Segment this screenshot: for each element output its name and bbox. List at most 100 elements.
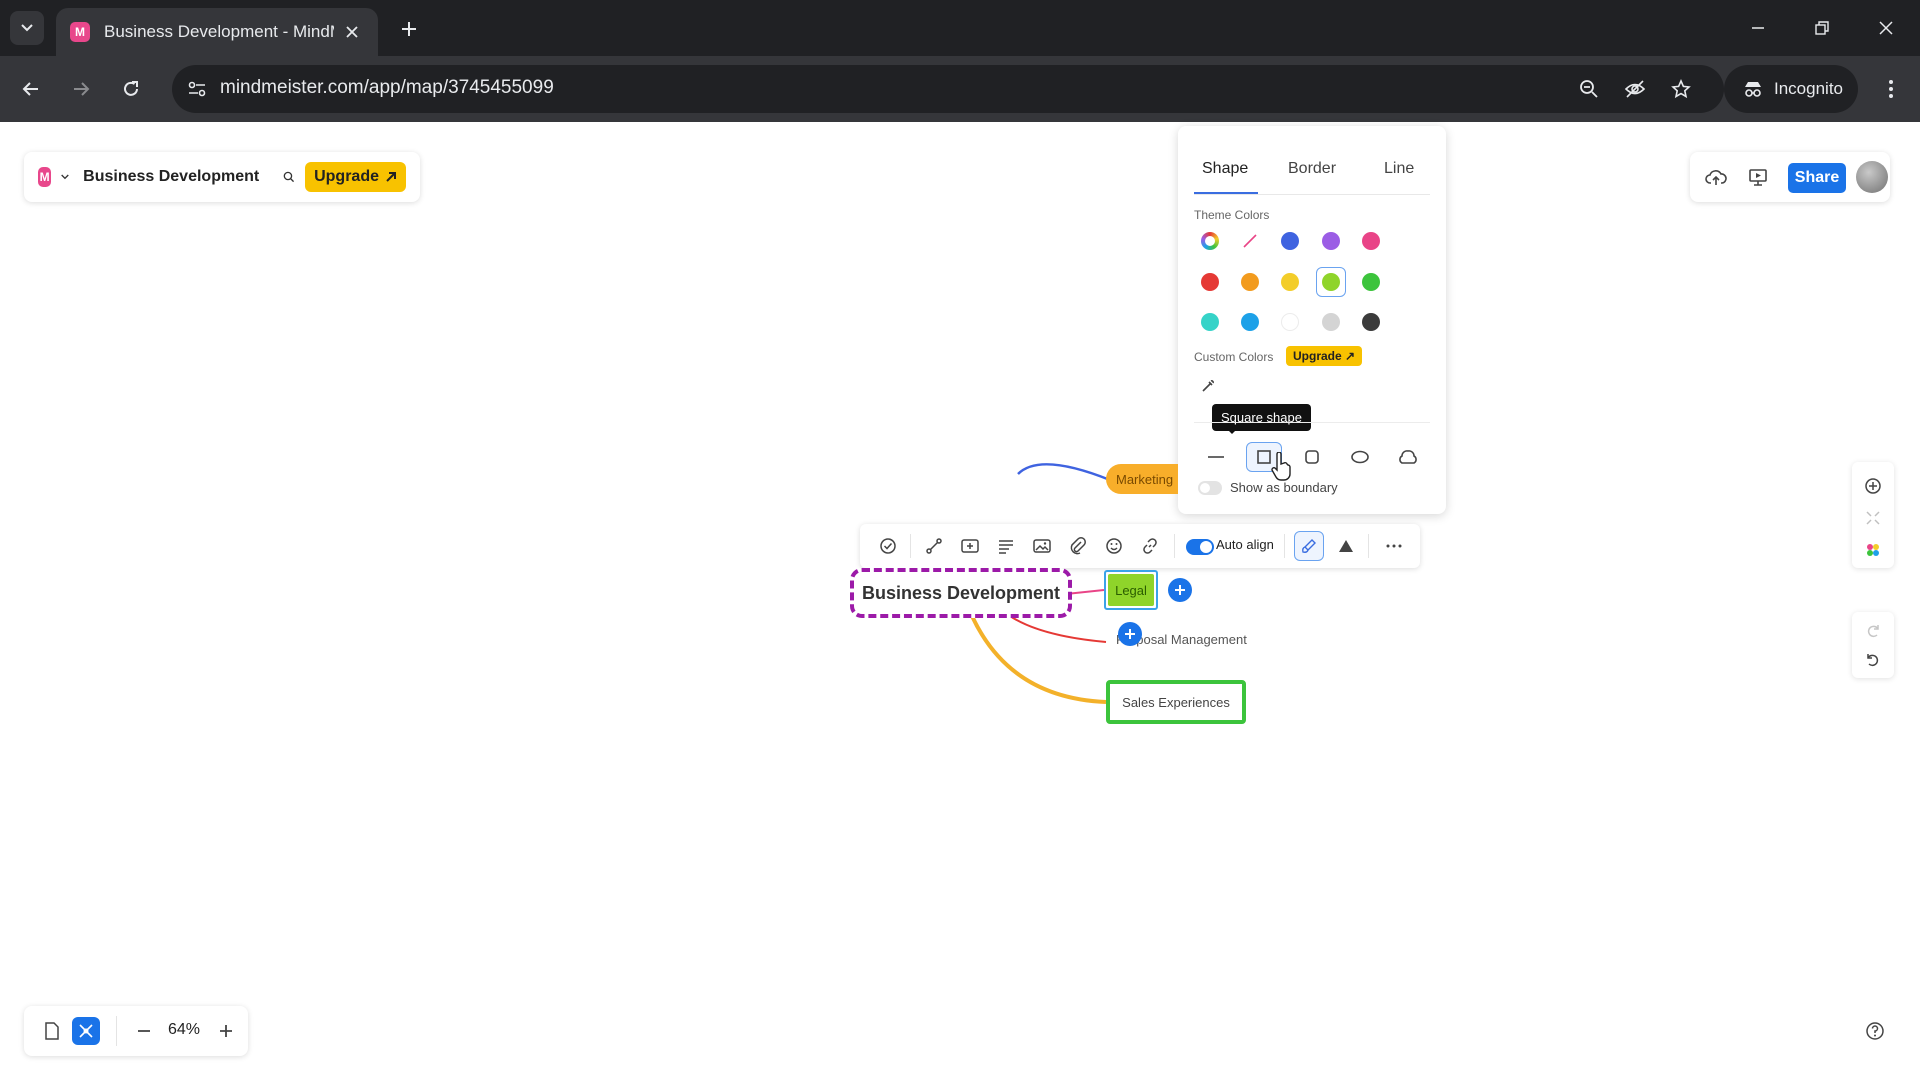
upgrade-button[interactable]: Upgrade (305, 162, 406, 192)
color-swatch-teal[interactable] (1201, 313, 1219, 331)
attachment-button[interactable] (1064, 532, 1092, 560)
active-tab-indicator (1194, 192, 1258, 194)
right-toolbar-bottom (1852, 612, 1894, 678)
focus-button[interactable] (1859, 472, 1887, 500)
eye-off-icon (1624, 80, 1646, 98)
tab-close-button[interactable] (340, 20, 364, 44)
node-legal[interactable]: Legal (1104, 570, 1158, 610)
color-swatch-gray[interactable] (1322, 313, 1340, 331)
add-sibling-button[interactable] (1118, 622, 1142, 646)
color-swatch-green[interactable] (1362, 273, 1380, 291)
emoji-button[interactable] (1100, 532, 1128, 560)
style-button[interactable] (1294, 531, 1324, 561)
eyedropper-icon (1202, 380, 1214, 392)
forward-button[interactable] (62, 70, 100, 108)
add-child-button[interactable] (1168, 578, 1192, 602)
close-window-button[interactable] (1866, 12, 1906, 44)
zoom-in-button[interactable] (214, 1019, 238, 1043)
export-button[interactable] (1702, 163, 1730, 191)
node-marketing[interactable]: Marketing (1106, 464, 1178, 494)
color-swatch-orange[interactable] (1241, 273, 1259, 291)
avatar[interactable] (1856, 161, 1888, 193)
color-swatch-white[interactable] (1281, 313, 1299, 331)
bookmark-button[interactable] (1666, 74, 1696, 104)
rounded-square-icon (1305, 450, 1319, 464)
site-info-button[interactable] (182, 74, 212, 104)
mindmap-view-button[interactable] (72, 1017, 100, 1045)
minimize-icon (1752, 27, 1764, 29)
help-button[interactable] (1860, 1016, 1890, 1046)
zoom-out-button[interactable] (132, 1019, 156, 1043)
add-topic-button[interactable] (956, 532, 984, 560)
share-button[interactable]: Share (1788, 163, 1846, 193)
color-swatch-lime[interactable] (1322, 273, 1340, 291)
tab-line[interactable]: Line (1384, 160, 1414, 178)
chevron-down-icon[interactable] (61, 173, 69, 181)
top-right-actions: Share (1690, 152, 1890, 202)
tab-shape[interactable]: Shape (1202, 160, 1248, 178)
mindmap-canvas[interactable]: M Business Development Upgrade Share Sha… (0, 122, 1920, 1080)
node-root[interactable]: Business Development (850, 568, 1072, 618)
reload-button[interactable] (112, 70, 150, 108)
color-swatch-dark[interactable] (1362, 313, 1380, 331)
shape-rounded-option[interactable] (1294, 442, 1330, 472)
color-swatch-sky[interactable] (1241, 313, 1259, 331)
link-button[interactable] (1136, 532, 1164, 560)
undo-button[interactable] (1859, 646, 1887, 674)
show-boundary-toggle[interactable] (1198, 481, 1222, 495)
color-swatch-yellow[interactable] (1281, 273, 1299, 291)
custom-colors-upgrade-button[interactable]: Upgrade ↗ (1286, 346, 1363, 366)
mindmap-icon (79, 1024, 93, 1038)
shape-line-option[interactable] (1198, 442, 1234, 472)
restore-button[interactable] (1802, 12, 1842, 44)
browser-tab-bar: M Business Development - MindMeister (0, 0, 1920, 56)
more-options-button[interactable] (1380, 532, 1408, 560)
collapse-button[interactable] (1859, 504, 1887, 532)
present-button[interactable] (1744, 163, 1772, 191)
text-format-button[interactable] (1332, 532, 1360, 560)
browser-tab-active[interactable]: M Business Development - MindMeister (56, 8, 378, 56)
address-bar[interactable]: mindmeister.com/app/map/3745455099 (172, 65, 1724, 113)
oval-shape-icon (1351, 450, 1369, 464)
new-tab-button[interactable] (394, 14, 424, 44)
right-toolbar-top (1852, 462, 1894, 568)
color-swatch-none[interactable] (1241, 232, 1259, 250)
notes-button[interactable] (992, 532, 1020, 560)
cloud-shape-icon (1399, 450, 1417, 464)
theme-button[interactable] (1859, 536, 1887, 564)
custom-upgrade-label: Upgrade (1293, 349, 1342, 363)
color-swatch-pink[interactable] (1362, 232, 1380, 250)
plus-icon (1175, 585, 1185, 595)
back-button[interactable] (12, 70, 50, 108)
auto-align-toggle[interactable] (1186, 539, 1214, 555)
redo-button[interactable] (1859, 617, 1887, 645)
color-swatch-rainbow[interactable] (1201, 232, 1219, 250)
connector-proposal (1009, 615, 1107, 643)
more-vertical-icon (1889, 80, 1893, 98)
shape-cloud-option[interactable] (1390, 442, 1426, 472)
tab-border[interactable]: Border (1288, 160, 1336, 178)
tab-search-button[interactable] (10, 11, 44, 45)
more-horizontal-icon (1386, 544, 1402, 548)
color-swatch-blue[interactable] (1281, 232, 1299, 250)
emoji-icon (1106, 538, 1122, 554)
shape-oval-option[interactable] (1342, 442, 1378, 472)
zoom-indicator-button[interactable] (1574, 74, 1604, 104)
connect-button[interactable] (920, 532, 948, 560)
image-button[interactable] (1028, 532, 1056, 560)
mindmeister-logo-icon[interactable]: M (38, 167, 52, 187)
zoom-level: 64% (168, 1021, 201, 1038)
tracking-protection-button[interactable] (1620, 74, 1650, 104)
color-swatch-red[interactable] (1201, 273, 1219, 291)
outline-view-button[interactable] (40, 1019, 64, 1043)
color-swatch-purple[interactable] (1322, 232, 1340, 250)
eyedropper-button[interactable] (1200, 378, 1218, 396)
task-button[interactable] (874, 532, 902, 560)
map-title[interactable]: Business Development (83, 168, 259, 186)
minimize-button[interactable] (1738, 12, 1778, 44)
browser-menu-button[interactable] (1872, 70, 1910, 108)
node-sales-experiences[interactable]: Sales Experiences (1106, 680, 1246, 724)
incognito-indicator[interactable]: Incognito (1724, 65, 1858, 113)
search-icon[interactable] (283, 168, 295, 186)
arrow-right-icon (74, 82, 90, 96)
